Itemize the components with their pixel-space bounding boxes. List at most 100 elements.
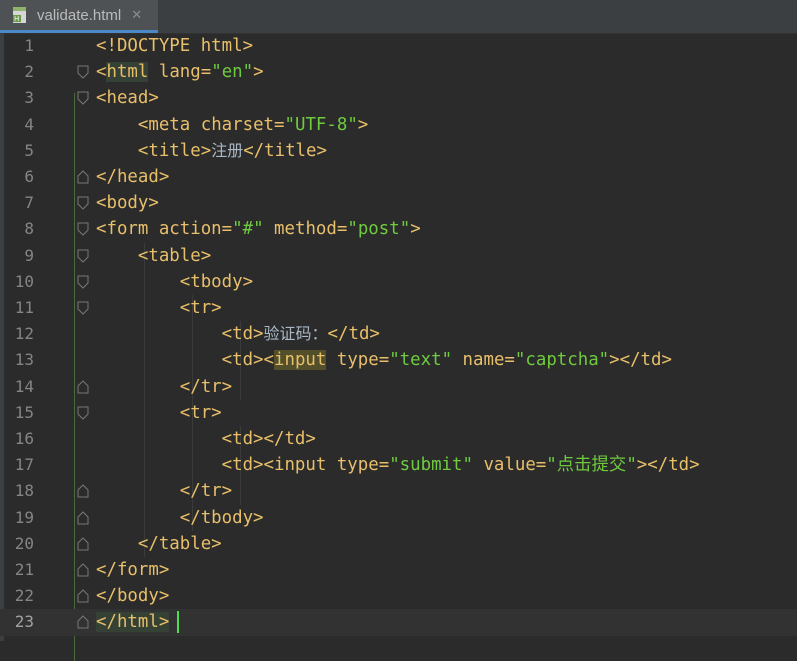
code-line[interactable]: 3 <head> xyxy=(0,85,797,111)
code-token: <td></td> xyxy=(221,429,316,449)
line-number: 22 xyxy=(14,586,34,606)
line-number: 9 xyxy=(24,245,34,265)
code-line[interactable]: 1 <!DOCTYPE html> xyxy=(0,33,797,59)
code-text: <form action="#" method="post"> xyxy=(96,216,421,242)
code-token: ></td> xyxy=(636,455,700,476)
line-number: 3 xyxy=(24,88,34,108)
line-number: 2 xyxy=(24,62,34,82)
code-line[interactable]: 14 </tr> xyxy=(0,374,797,400)
code-line[interactable]: 5 <title>注册</title> xyxy=(0,138,797,164)
line-number: 10 xyxy=(14,271,34,291)
code-text: <html lang="en"> xyxy=(96,59,264,85)
fold-close-icon[interactable] xyxy=(77,563,89,577)
code-token: <table> xyxy=(137,245,212,266)
code-line[interactable]: 2 <html lang="en"> xyxy=(0,59,797,85)
code-token: html xyxy=(106,62,149,83)
code-line[interactable]: 11 <tr> xyxy=(0,295,797,321)
code-token: < xyxy=(96,62,107,83)
code-token: <form xyxy=(96,219,159,240)
code-text: <tr> xyxy=(96,295,222,321)
code-token: type xyxy=(336,350,379,371)
code-editor[interactable]: 1 <!DOCTYPE html> 2 <html lang="en"> 3 <head>… xyxy=(0,33,797,661)
code-token: > xyxy=(253,62,264,83)
code-token: input xyxy=(274,350,327,371)
code-text: <tr> xyxy=(96,400,222,426)
fold-open-icon[interactable] xyxy=(77,91,89,106)
code-line[interactable]: 15 <tr> xyxy=(0,400,797,426)
code-token: <td> xyxy=(221,324,264,345)
code-token: </body> xyxy=(96,586,170,607)
code-line[interactable]: 18 </tr> xyxy=(0,478,797,504)
code-token: html xyxy=(200,36,243,56)
code-token: <tr> xyxy=(179,402,222,423)
line-number: 1 xyxy=(24,36,34,55)
code-line[interactable]: 20 </table> xyxy=(0,531,797,557)
code-line[interactable]: 12 <td>验证码：</td> xyxy=(0,321,797,347)
code-token: <!DOCTYPE xyxy=(96,36,201,56)
fold-open-icon[interactable] xyxy=(77,406,89,420)
code-token: </td> xyxy=(327,324,380,345)
code-text: <meta charset="UTF-8"> xyxy=(96,112,368,138)
code-token: "post" xyxy=(347,219,411,240)
line-number: 23 xyxy=(14,612,34,632)
code-line[interactable]: 22 </body> xyxy=(0,583,797,609)
line-number: 5 xyxy=(24,140,34,160)
code-line[interactable]: 13 <td><input type="text" name="captcha"… xyxy=(0,347,797,373)
code-token: <head> xyxy=(96,88,159,109)
code-token: <td>< xyxy=(221,350,274,371)
code-text: </tbody> xyxy=(96,505,264,531)
code-line[interactable]: 17 <td><input type="submit" value="点击提交"… xyxy=(0,452,797,478)
code-line[interactable]: 21 </form> xyxy=(0,557,797,583)
fold-close-icon[interactable] xyxy=(77,510,89,525)
fold-open-icon[interactable] xyxy=(77,222,89,237)
code-text: <td><input type="submit" value="点击提交"></… xyxy=(96,452,700,478)
fold-close-icon[interactable] xyxy=(77,484,89,498)
code-token: <tbody> xyxy=(179,271,254,292)
line-number: 19 xyxy=(14,507,34,527)
fold-open-icon[interactable] xyxy=(77,275,89,289)
code-text: <!DOCTYPE html> xyxy=(96,33,253,59)
fold-close-icon[interactable] xyxy=(77,615,89,629)
line-number: 20 xyxy=(14,533,34,553)
code-token: = xyxy=(378,455,390,476)
line-number: 14 xyxy=(14,376,34,396)
code-token: <td><input xyxy=(221,455,337,476)
code-line[interactable]: 8 <form action="#" method="post"> xyxy=(0,216,797,242)
tab-validate-html[interactable]: H validate.html ✕ xyxy=(0,0,158,33)
code-line[interactable]: 4 <meta charset="UTF-8"> xyxy=(0,112,797,138)
fold-open-icon[interactable] xyxy=(77,196,89,210)
code-line[interactable]: 6 </head> xyxy=(0,164,797,190)
fold-close-icon[interactable] xyxy=(77,170,89,184)
fold-open-icon[interactable] xyxy=(77,249,89,263)
line-number: 11 xyxy=(14,298,34,317)
code-line[interactable]: 10 <tbody> xyxy=(0,269,797,295)
code-text: <head> xyxy=(96,85,159,111)
code-token: </tr> xyxy=(179,376,233,397)
code-token: <tr> xyxy=(179,298,222,318)
code-line[interactable]: 7 <body> xyxy=(0,190,797,216)
fold-open-icon[interactable] xyxy=(77,65,89,79)
code-line[interactable]: 23 </html> xyxy=(0,609,797,636)
code-token: "#" xyxy=(232,219,264,240)
code-line[interactable]: 19 </tbody> xyxy=(0,505,797,531)
code-text: <td><input type="text" name="captcha"></… xyxy=(96,347,672,373)
fold-close-icon[interactable] xyxy=(77,379,89,394)
code-text: </table> xyxy=(96,531,222,557)
code-token: method xyxy=(274,219,337,240)
fold-close-icon[interactable] xyxy=(77,589,89,603)
close-icon[interactable]: ✕ xyxy=(131,8,142,23)
code-token: </table> xyxy=(137,533,222,554)
code-text: </form> xyxy=(96,557,169,583)
code-text: </body> xyxy=(96,583,169,609)
code-token: </head> xyxy=(96,167,170,187)
fold-close-icon[interactable] xyxy=(77,537,89,551)
code-line[interactable]: 9 <table> xyxy=(0,243,797,269)
fold-open-icon[interactable] xyxy=(77,301,89,315)
code-token: action xyxy=(158,219,222,240)
code-token: "text" xyxy=(389,350,453,371)
code-line[interactable]: 16 <td></td> xyxy=(0,426,797,452)
